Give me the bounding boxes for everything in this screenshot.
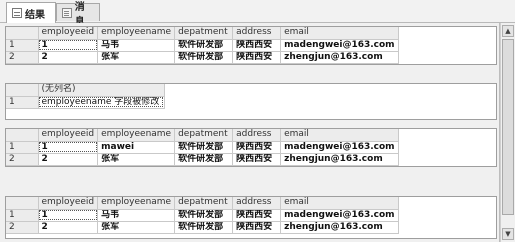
cell[interactable]: madengwei@163.com [280,209,399,222]
header-row: (无列名) [6,84,165,97]
column-header[interactable]: employeeid [38,129,99,142]
corner-cell[interactable] [6,27,39,40]
table-row: 2 2 张军 软件研发部 陕西西安 zhengjun@163.com [6,51,399,64]
column-header[interactable]: depatment [174,27,234,40]
tab-results[interactable]: 结果 [6,2,56,23]
cell[interactable]: 张军 [97,153,176,166]
row-number[interactable]: 1 [6,39,39,52]
header-row: employeeid employeename depatment addres… [6,129,399,142]
vertical-scrollbar[interactable]: ▲ ▼ [500,23,515,242]
cell[interactable]: 张军 [97,221,176,234]
corner-cell[interactable] [6,197,39,210]
column-header[interactable]: address [232,27,282,40]
tab-results-label: 结果 [25,9,45,21]
column-header[interactable]: employeename [97,197,176,210]
scrollbar-thumb[interactable] [502,39,514,215]
grid-icon [12,8,22,18]
cell[interactable]: zhengjun@163.com [280,153,399,166]
cell[interactable]: 马韦 [97,209,176,222]
column-header[interactable]: depatment [174,197,234,210]
results-pane: employeeid employeename depatment addres… [0,23,500,242]
cell[interactable]: mawei [97,141,176,154]
result-table-4: employeeid employeename depatment addres… [6,197,399,234]
cell[interactable]: 2 [38,221,99,234]
row-number[interactable]: 1 [6,96,39,109]
column-header[interactable]: address [232,129,282,142]
cell[interactable]: 陕西西安 [232,39,282,52]
row-number[interactable]: 2 [6,153,39,166]
result-grid-1[interactable]: employeeid employeename depatment addres… [5,26,497,65]
table-row: 2 2 张军 软件研发部 陕西西安 zhengjun@163.com [6,221,399,234]
row-number[interactable]: 1 [6,209,39,222]
result-grid-3[interactable]: employeeid employeename depatment addres… [5,128,497,167]
cell[interactable]: zhengjun@163.com [280,51,399,64]
result-grid-4[interactable]: employeeid employeename depatment addres… [5,196,497,239]
cell[interactable]: madengwei@163.com [280,39,399,52]
cell[interactable]: 软件研发部 [174,153,234,166]
corner-cell[interactable] [6,129,39,142]
cell[interactable]: 2 [38,51,99,64]
cell[interactable]: 张军 [97,51,176,64]
cell[interactable]: 马韦 [97,39,176,52]
column-header[interactable]: employeename [97,27,176,40]
cell[interactable]: 1 [38,209,99,222]
message-icon [62,7,72,18]
column-header[interactable]: email [280,27,399,40]
cell[interactable]: madengwei@163.com [280,141,399,154]
table-row: 2 2 张军 软件研发部 陕西西安 zhengjun@163.com [6,153,399,166]
table-row: 1 1 马韦 软件研发部 陕西西安 madengwei@163.com [6,39,399,52]
cell[interactable]: 陕西西安 [232,51,282,64]
row-number[interactable]: 2 [6,51,39,64]
result-table-1: employeeid employeename depatment addres… [6,27,399,64]
cell[interactable]: employeename 字段被修改 [38,96,165,109]
column-header[interactable]: depatment [174,129,234,142]
cell[interactable]: zhengjun@163.com [280,221,399,234]
cell[interactable]: 软件研发部 [174,221,234,234]
table-row: 1 1 mawei 软件研发部 陕西西安 madengwei@163.com [6,141,399,154]
cell[interactable]: 2 [38,153,99,166]
table-row: 1 1 马韦 软件研发部 陕西西安 madengwei@163.com [6,209,399,222]
result-table-2: (无列名) 1 employeename 字段被修改 [6,84,165,109]
column-header[interactable]: employeeid [38,197,99,210]
cell[interactable]: 陕西西安 [232,221,282,234]
column-header[interactable]: employeename [97,129,176,142]
row-number[interactable]: 2 [6,221,39,234]
column-header[interactable]: email [280,197,399,210]
result-grid-2[interactable]: (无列名) 1 employeename 字段被修改 [5,83,497,120]
cell[interactable]: 软件研发部 [174,51,234,64]
corner-cell[interactable] [6,84,39,97]
cell[interactable]: 1 [38,39,99,52]
cell[interactable]: 陕西西安 [232,153,282,166]
cell[interactable]: 1 [38,141,99,154]
chevron-up-icon: ▲ [505,27,511,35]
cell[interactable]: 软件研发部 [174,209,234,222]
column-header[interactable]: email [280,129,399,142]
chevron-down-icon: ▼ [505,230,511,238]
column-header[interactable]: employeeid [38,27,99,40]
row-number[interactable]: 1 [6,141,39,154]
cell[interactable]: 陕西西安 [232,209,282,222]
result-tabs: 结果 消息 [0,0,515,28]
table-row: 1 employeename 字段被修改 [6,96,165,109]
result-table-3: employeeid employeename depatment addres… [6,129,399,166]
tab-messages[interactable]: 消息 [56,2,100,28]
cell[interactable]: 软件研发部 [174,141,234,154]
scroll-down-button[interactable]: ▼ [502,228,514,240]
cell[interactable]: 陕西西安 [232,141,282,154]
header-row: employeeid employeename depatment addres… [6,27,399,40]
header-row: employeeid employeename depatment addres… [6,197,399,210]
cell[interactable]: 软件研发部 [174,39,234,52]
scroll-up-button[interactable]: ▲ [502,25,514,37]
column-header[interactable]: address [232,197,282,210]
column-header[interactable]: (无列名) [38,84,165,97]
